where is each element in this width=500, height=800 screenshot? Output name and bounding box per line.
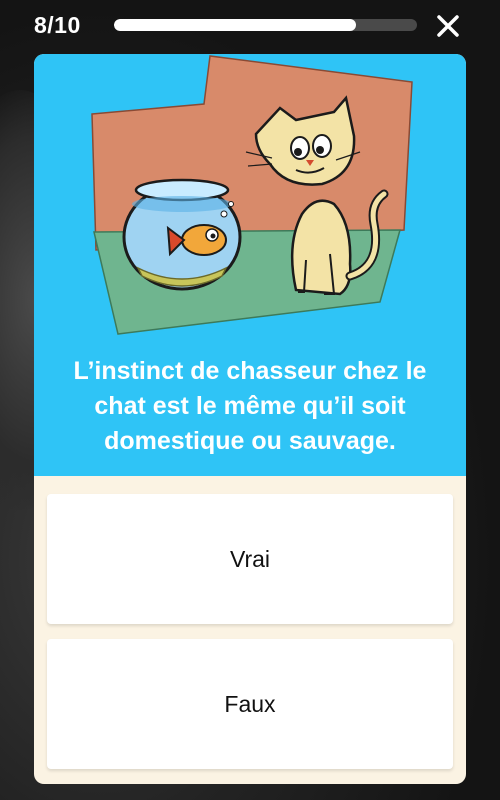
answer-false-label: Faux [224, 690, 276, 717]
progress-bar-fill [114, 19, 357, 31]
cat-fishbowl-illustration [91, 55, 413, 335]
top-bar: 8/10 [0, 0, 500, 54]
question-panel: L’instinct de chasseur chez le chat est … [34, 54, 466, 476]
quiz-screen: 8/10 L’instinct de chasseur chez le chat… [0, 0, 500, 800]
answer-true-label: Vrai [229, 545, 271, 572]
close-icon [437, 15, 459, 37]
answer-false-button[interactable]: Faux [47, 639, 453, 769]
question-counter: 8/10 [34, 12, 81, 38]
question-card: L’instinct de chasseur chez le chat est … [34, 54, 466, 784]
answer-true-button[interactable]: Vrai [47, 494, 453, 624]
close-button[interactable] [434, 12, 462, 40]
progress-bar [114, 19, 417, 31]
question-text: L’instinct de chasseur chez le chat est … [73, 357, 427, 455]
